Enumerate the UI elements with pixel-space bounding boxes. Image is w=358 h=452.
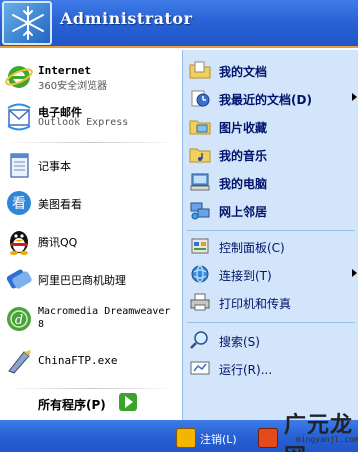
user-avatar[interactable] — [2, 1, 52, 45]
start-menu-header: Administrator — [0, 0, 358, 48]
program-label: ChinaFTP.exe — [38, 354, 118, 367]
printers-icon — [190, 293, 210, 311]
pinned-subtitle: Outlook Express — [38, 117, 129, 128]
logoff-label: 注销(L) — [200, 433, 237, 446]
outlook-icon — [7, 103, 31, 131]
run-icon — [190, 361, 210, 375]
place-label: 我最近的文档(D) — [219, 93, 312, 107]
search-icon — [190, 331, 208, 349]
place-recent-documents[interactable]: 我最近的文档(D) — [183, 86, 358, 110]
place-label: 我的电脑 — [219, 177, 268, 191]
pinned-subtitle: 360安全浏览器 — [38, 81, 108, 92]
green-arrow-icon — [119, 393, 137, 411]
my-music-icon — [189, 148, 211, 163]
program-label: 阿里巴巴商机助理 — [38, 274, 126, 287]
system-label: 控制面板(C) — [219, 241, 285, 255]
pinned-item-email[interactable]: 电子邮件 Outlook Express — [0, 98, 180, 136]
program-item-chinaftp[interactable]: ChinaFTP.exe — [0, 342, 180, 380]
search-button[interactable]: 搜索(S) — [183, 328, 358, 352]
internet-explorer-icon — [5, 66, 33, 88]
system-label: 打印机和传真 — [219, 297, 292, 311]
program-item-notepad[interactable]: 记事本 — [0, 146, 180, 184]
system-connect-to[interactable]: 连接到(T) — [183, 262, 358, 286]
connect-to-icon — [191, 265, 209, 283]
run-button[interactable]: 运行(R)... — [183, 356, 358, 380]
place-my-music[interactable]: 我的音乐 — [183, 142, 358, 166]
separator — [187, 230, 355, 231]
program-label: 记事本 — [38, 160, 71, 173]
submenu-arrow-icon — [352, 93, 357, 101]
watermark: 广元龙网 mingyanjl.com — [270, 403, 358, 452]
program-item-dreamweaver[interactable]: d Macromedia Dreamweaver 8 — [0, 300, 180, 338]
meitu-viewer-icon: 看 — [7, 191, 31, 215]
program-item-qq[interactable]: 腾讯QQ — [0, 222, 180, 260]
place-my-computer[interactable]: 我的电脑 — [183, 170, 358, 194]
logoff-button[interactable]: 注销(L) — [176, 428, 256, 448]
program-item-alibaba[interactable]: 阿里巴巴商机助理 — [0, 260, 180, 298]
qq-penguin-icon — [10, 231, 28, 255]
program-label: 美图看看 — [38, 198, 82, 211]
tool-label: 搜索(S) — [219, 335, 260, 349]
my-pictures-icon — [189, 120, 211, 135]
system-printers[interactable]: 打印机和传真 — [183, 290, 358, 314]
logoff-key-icon — [176, 428, 196, 448]
pinned-item-internet[interactable]: Internet 360安全浏览器 — [0, 58, 180, 96]
network-places-icon — [190, 202, 210, 220]
pinned-title: Internet — [38, 64, 91, 77]
chinaftp-icon — [8, 350, 31, 374]
separator — [6, 142, 176, 143]
dreamweaver-icon: d — [7, 307, 31, 331]
program-item-meitu[interactable]: 看 美图看看 — [0, 184, 180, 222]
my-documents-icon — [189, 61, 211, 79]
snowflake-icon — [12, 6, 44, 40]
place-my-documents[interactable]: 我的文档 — [183, 58, 358, 82]
program-label: Macromedia Dreamweaver — [38, 306, 171, 317]
submenu-arrow-icon — [352, 269, 357, 277]
notepad-icon — [10, 153, 29, 178]
watermark-url: mingyanjl.com — [296, 435, 358, 444]
all-programs-label: 所有程序(P) — [38, 398, 106, 412]
place-label: 网上邻居 — [219, 205, 268, 219]
place-label: 图片收藏 — [219, 121, 268, 135]
separator — [187, 322, 355, 323]
system-control-panel[interactable]: 控制面板(C) — [183, 234, 358, 258]
watermark-text: 广元龙网 — [284, 412, 354, 452]
recent-documents-icon — [191, 90, 210, 107]
program-label: 腾讯QQ — [38, 236, 78, 249]
program-label-line2: 8 — [38, 319, 45, 330]
control-panel-icon — [191, 238, 209, 254]
svg-text:看: 看 — [12, 196, 26, 212]
tool-label: 运行(R)... — [219, 363, 273, 377]
system-label: 连接到(T) — [219, 269, 272, 283]
username: Administrator — [60, 9, 193, 28]
my-computer-icon — [190, 173, 210, 191]
alibaba-icon — [6, 269, 32, 289]
places-pane: 我的文档 我最近的文档(D) 图片收藏 我的音乐 我的电脑 网上邻居 控制面板(… — [182, 50, 358, 420]
place-label: 我的文档 — [219, 65, 268, 79]
place-my-pictures[interactable]: 图片收藏 — [183, 114, 358, 138]
programs-pane: Internet 360安全浏览器 电子邮件 Outlook Express 记… — [0, 50, 180, 420]
place-label: 我的音乐 — [219, 149, 268, 163]
all-programs-button[interactable]: 所有程序(P) — [0, 384, 180, 422]
place-network-places[interactable]: 网上邻居 — [183, 198, 358, 222]
svg-text:d: d — [15, 313, 23, 328]
